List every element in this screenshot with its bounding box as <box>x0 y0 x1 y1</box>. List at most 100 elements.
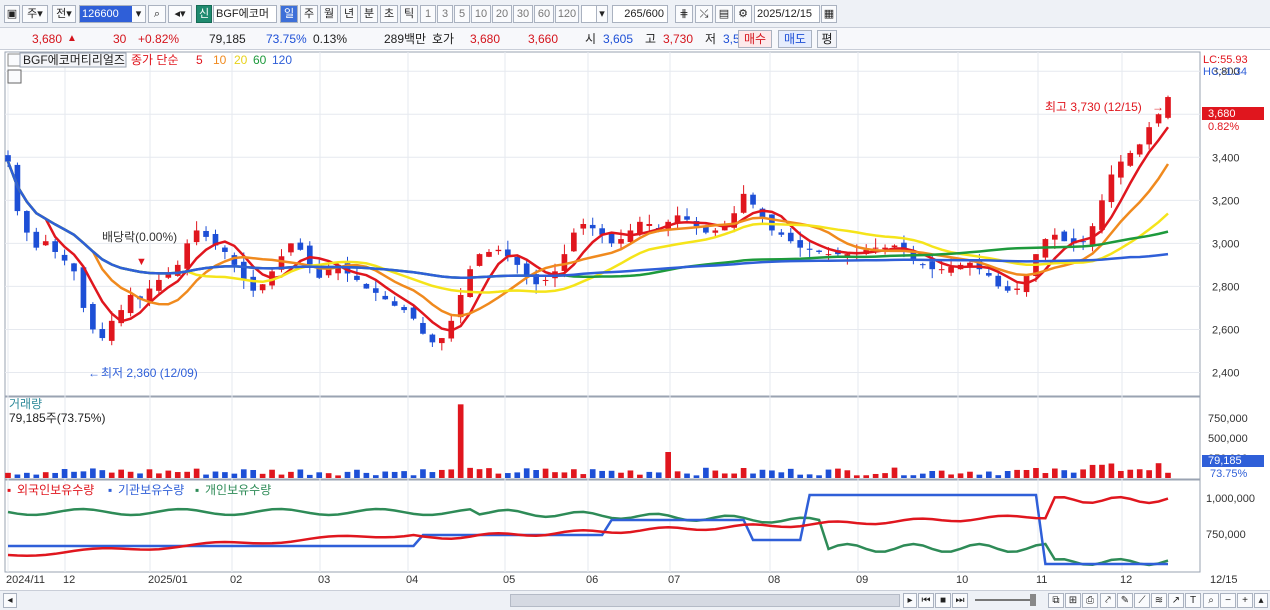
interval-30[interactable]: 30 <box>513 5 533 23</box>
ruler-icon[interactable]: ⟋ <box>1134 593 1150 608</box>
volume-bar <box>297 469 304 478</box>
period-select[interactable]: 주▾ <box>22 5 48 23</box>
tab-second-label: 초 <box>383 8 395 20</box>
interval-3[interactable]: 3 <box>437 5 453 23</box>
candle-body <box>1118 161 1124 178</box>
tab-month[interactable]: 월 <box>320 5 338 23</box>
count-input[interactable]: 265/600 <box>612 5 668 23</box>
volume-panel <box>4 396 1201 480</box>
tab-week[interactable]: 주 <box>300 5 318 23</box>
candle-body <box>156 279 162 291</box>
x-end-label: 12/15 <box>1210 574 1238 586</box>
draw-tools-icon[interactable]: ⤯ <box>695 5 713 23</box>
volume-bar <box>929 470 936 478</box>
zoom-in-icon[interactable]: + <box>1237 593 1253 608</box>
zoom-slider-handle[interactable] <box>1030 594 1036 606</box>
candle-settings-icon[interactable]: ⋕ <box>675 5 693 23</box>
candle-body <box>891 245 898 248</box>
legend-stock: BGF에코머티리얼즈 <box>23 53 125 67</box>
volume-bar <box>787 468 794 478</box>
candle-body <box>372 288 379 293</box>
legend-box-icon[interactable] <box>7 53 21 67</box>
table-icon[interactable] <box>7 69 22 84</box>
interval-120[interactable]: 120 <box>555 5 579 23</box>
interval-20[interactable]: 20 <box>492 5 512 23</box>
text-tool-icon[interactable]: T <box>1185 593 1201 608</box>
volume-bar <box>995 475 1002 478</box>
tab-minute[interactable]: 분 <box>360 5 378 23</box>
trendline-icon[interactable]: ⤤ <box>1100 593 1116 608</box>
sell-button-label: 매도 <box>783 32 807 46</box>
quote-info-bar: 3,680 ▲ 30 +0.82% 79,185 73.75% 0.13% 28… <box>0 28 1270 50</box>
eval-button[interactable]: 평 <box>817 30 837 48</box>
candle-body <box>1004 286 1011 291</box>
volume-bar <box>655 472 662 478</box>
speaker-icon[interactable]: ◂▾ <box>168 5 192 23</box>
volume-bar <box>948 474 954 478</box>
calendar-icon[interactable]: ▦ <box>821 5 837 23</box>
bottom-scrollbar[interactable]: ◂ ▸ ⏮ ■ ⏭ ⧉ ⊞ ⎙ ⤤ ✎ ⟋ ≋ ↗ T ⌕ − + ▴ <box>0 590 1270 610</box>
interval-10[interactable]: 10 <box>471 5 491 23</box>
candle-body <box>486 251 492 257</box>
sell-button[interactable]: 매도 <box>778 30 812 48</box>
interval-1[interactable]: 1 <box>420 5 436 23</box>
search-icon[interactable]: ⌕ <box>148 5 166 23</box>
candle-body <box>108 320 115 341</box>
tab-year[interactable]: 년 <box>340 5 358 23</box>
stock-chart[interactable]: 3,8003,6003,4003,2003,0002,8002,6002,400… <box>0 50 1270 590</box>
zoom-reset-icon[interactable]: ▴ <box>1254 593 1268 608</box>
stop-icon[interactable]: ■ <box>935 593 951 608</box>
volume-bar <box>580 474 587 478</box>
volume-bar <box>778 472 785 478</box>
custom-interval-dropdown-icon[interactable]: ▾ <box>596 5 608 23</box>
tab-week-label: 주 <box>303 8 315 20</box>
volume-bar <box>863 475 870 478</box>
zoom-slider-track[interactable] <box>975 599 1035 601</box>
buy-button[interactable]: 매수 <box>738 30 772 48</box>
date-input[interactable]: 2025/12/15 <box>754 5 820 23</box>
window-menu-icon[interactable]: ▣ <box>4 5 20 23</box>
scroll-right-icon[interactable]: ▸ <box>903 593 917 608</box>
fibonacci-icon[interactable]: ≋ <box>1151 593 1167 608</box>
stock-code-dropdown-icon[interactable]: ▾ <box>132 5 146 23</box>
volume-bar <box>599 470 605 478</box>
tab-second[interactable]: 초 <box>380 5 398 23</box>
volume-bar <box>1099 464 1105 478</box>
tab-tick[interactable]: 틱 <box>400 5 418 23</box>
volume-bar <box>957 473 964 478</box>
volume-bar <box>1127 469 1134 478</box>
candle-body <box>523 263 530 276</box>
prev-button[interactable]: 전▾ <box>52 5 76 23</box>
x-tick: 12 <box>63 574 75 586</box>
chart-area[interactable]: 3,8003,6003,4003,2003,0002,8002,6002,400… <box>0 50 1270 590</box>
high-label: 고 <box>645 32 657 46</box>
volume-bar <box>523 468 530 478</box>
candle-body <box>193 230 200 243</box>
candle-body <box>127 295 134 314</box>
up-arrow-icon: ▲ <box>67 33 77 44</box>
candle-body <box>80 267 87 308</box>
interval-60[interactable]: 60 <box>534 5 554 23</box>
rewind-icon[interactable]: ⏮ <box>918 593 934 608</box>
layout-icon[interactable]: ⊞ <box>1065 593 1081 608</box>
print-icon[interactable]: ⎙ <box>1082 593 1098 608</box>
gear-icon[interactable]: ⚙ <box>734 5 752 23</box>
tab-day[interactable]: 일 <box>280 5 298 23</box>
copy-icon[interactable]: ⧉ <box>1048 593 1064 608</box>
marker-icon[interactable]: ✎ <box>1117 593 1133 608</box>
fast-forward-icon[interactable]: ⏭ <box>952 593 968 608</box>
stock-name-field[interactable]: BGF에코머티 <box>213 5 277 23</box>
candle-body <box>391 301 398 306</box>
volume-bar <box>33 474 40 478</box>
zoom-out-icon[interactable]: − <box>1220 593 1236 608</box>
volume-bar <box>674 471 681 478</box>
save-icon[interactable]: ▤ <box>715 5 733 23</box>
scroll-left-icon[interactable]: ◂ <box>3 593 17 608</box>
volume-bar <box>1042 473 1049 478</box>
interval-5[interactable]: 5 <box>454 5 470 23</box>
arrow-tool-icon[interactable]: ↗ <box>1168 593 1184 608</box>
scroll-thumb[interactable] <box>510 594 900 607</box>
x-tick: 07 <box>668 574 680 586</box>
zoom-icon[interactable]: ⌕ <box>1203 593 1219 608</box>
volume-bar <box>919 473 926 478</box>
